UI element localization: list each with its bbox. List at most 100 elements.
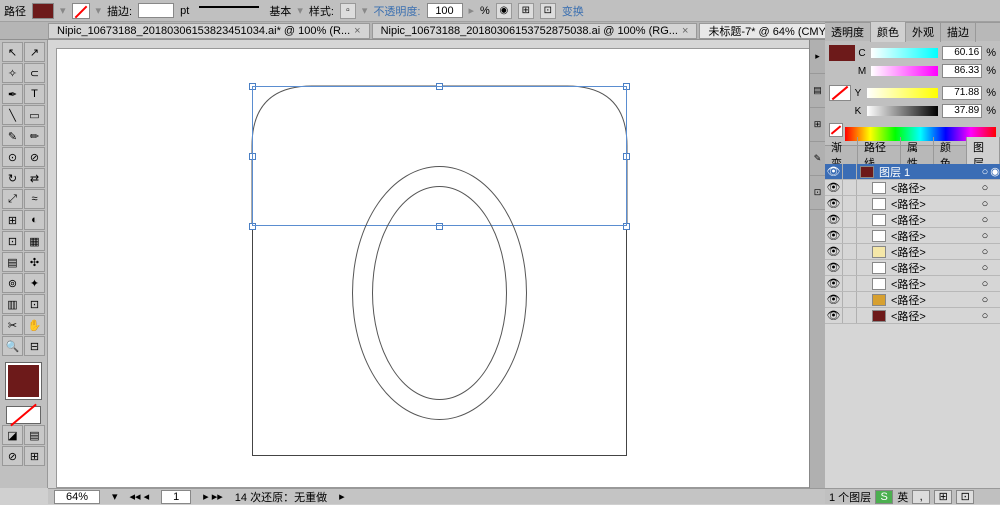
scale-tool[interactable]: ⤢ xyxy=(2,189,23,209)
brush-tool[interactable]: ✎ xyxy=(2,126,23,146)
visibility-icon[interactable]: 👁 xyxy=(825,164,843,179)
layer-row[interactable]: 👁<路径>○ xyxy=(825,196,1000,212)
visibility-icon[interactable]: 👁 xyxy=(825,308,843,323)
status-icon[interactable]: ⊞ xyxy=(934,490,952,504)
target-icon[interactable]: ○ xyxy=(980,246,990,258)
type-tool[interactable]: T xyxy=(24,84,45,104)
brush-preview[interactable] xyxy=(199,6,259,16)
target-icon[interactable]: ○ xyxy=(980,198,990,210)
layer-row[interactable]: 👁<路径>○ xyxy=(825,260,1000,276)
canvas[interactable] xyxy=(56,48,817,488)
ime-icon[interactable]: S xyxy=(875,490,893,504)
fill-swatch-big[interactable] xyxy=(6,363,41,399)
layer-row[interactable]: 👁<路径>○ xyxy=(825,228,1000,244)
gradient-tool[interactable]: ▤ xyxy=(2,252,23,272)
blend-tool[interactable]: ⊚ xyxy=(2,273,23,293)
fill-swatch[interactable] xyxy=(32,3,54,19)
target-icon[interactable]: ○ xyxy=(980,230,990,242)
target-icon[interactable]: ○ xyxy=(980,262,990,274)
m-slider[interactable] xyxy=(871,66,938,76)
lock-slot[interactable] xyxy=(843,244,857,259)
target-icon[interactable]: ○ xyxy=(980,278,990,290)
gradient-mode[interactable]: ▤ xyxy=(24,425,45,445)
tab-appearance[interactable]: 外观 xyxy=(906,22,941,42)
layer-row[interactable]: 👁<路径>○ xyxy=(825,308,1000,324)
lock-slot[interactable] xyxy=(843,260,857,275)
target-icon[interactable]: ○ xyxy=(980,310,990,322)
free-transform-tool[interactable]: ⊞ xyxy=(2,210,23,230)
opacity-input[interactable] xyxy=(427,3,463,18)
visibility-icon[interactable]: 👁 xyxy=(825,244,843,259)
lock-slot[interactable] xyxy=(843,276,857,291)
screen-mode[interactable]: ⊞ xyxy=(24,446,45,466)
lasso-tool[interactable]: ⊂ xyxy=(24,63,45,83)
doc-tab-2[interactable]: Nipic_10673188_20180306153752875038.ai @… xyxy=(372,23,698,39)
layer-row[interactable]: 👁<路径>○ xyxy=(825,276,1000,292)
reflect-tool[interactable]: ⇄ xyxy=(24,168,45,188)
visibility-icon[interactable]: 👁 xyxy=(825,292,843,307)
visibility-icon[interactable]: 👁 xyxy=(825,276,843,291)
stroke-width-input[interactable] xyxy=(138,3,174,18)
align-icon[interactable]: ⊞ xyxy=(518,3,534,19)
lock-slot[interactable] xyxy=(843,308,857,323)
slice-tool[interactable]: ✂ xyxy=(2,315,23,335)
selection-tool[interactable]: ↖ xyxy=(2,42,23,62)
dock-icon[interactable]: ✎ xyxy=(810,142,825,176)
layer-row[interactable]: 👁<路径>○ xyxy=(825,244,1000,260)
zoom-display[interactable]: 64% xyxy=(54,490,100,504)
column-graph-tool[interactable]: ▥ xyxy=(2,294,23,314)
c-slider[interactable] xyxy=(871,48,938,58)
mesh-tool[interactable]: ▦ xyxy=(24,231,45,251)
perspective-tool[interactable]: ⊡ xyxy=(2,231,23,251)
k-slider[interactable] xyxy=(867,106,938,116)
target-icon[interactable]: ○ xyxy=(980,182,990,194)
doc-tab-1[interactable]: Nipic_10673188_20180306153823451034.ai* … xyxy=(48,23,370,39)
y-slider[interactable] xyxy=(867,88,938,98)
stroke-swatch-none[interactable] xyxy=(72,3,90,19)
tab-stroke[interactable]: 描边 xyxy=(941,22,976,42)
k-value[interactable]: 37.89 xyxy=(942,104,982,118)
color-mode[interactable]: ◪ xyxy=(2,425,23,445)
tab-color[interactable]: 颜色 xyxy=(871,22,906,42)
zoom-tool[interactable]: 🔍 xyxy=(2,336,23,356)
fill-preview[interactable] xyxy=(829,45,855,61)
dock-icon[interactable]: ⊡ xyxy=(810,176,825,210)
status-icon[interactable]: , xyxy=(912,490,930,504)
layer-row[interactable]: 👁<路径>○ xyxy=(825,212,1000,228)
target-icon[interactable]: ○ xyxy=(980,214,990,226)
rotate-tool[interactable]: ↻ xyxy=(2,168,23,188)
dock-icon[interactable]: ⊞ xyxy=(810,108,825,142)
transform-link[interactable]: 变换 xyxy=(562,3,584,19)
visibility-icon[interactable]: 👁 xyxy=(825,212,843,227)
none-mode[interactable]: ⊘ xyxy=(2,446,23,466)
pen-tool[interactable]: ✒ xyxy=(2,84,23,104)
line-tool[interactable]: ╲ xyxy=(2,105,23,125)
page-input[interactable]: 1 xyxy=(161,490,191,504)
blob-brush-tool[interactable]: ⊙ xyxy=(2,147,23,167)
width-tool[interactable]: ≈ xyxy=(24,189,45,209)
symbol-sprayer-tool[interactable]: ✦ xyxy=(24,273,45,293)
dock-icon[interactable]: ▤ xyxy=(810,74,825,108)
hand-tool[interactable]: ✋ xyxy=(24,315,45,335)
lock-slot[interactable] xyxy=(843,228,857,243)
lock-slot[interactable] xyxy=(843,164,857,179)
visibility-icon[interactable]: 👁 xyxy=(825,260,843,275)
m-value[interactable]: 86.33 xyxy=(942,64,982,78)
eraser-tool[interactable]: ⊘ xyxy=(24,147,45,167)
stroke-swatch-big[interactable] xyxy=(6,406,41,424)
transform-icon[interactable]: ⊡ xyxy=(540,3,556,19)
pencil-tool[interactable]: ✏ xyxy=(24,126,45,146)
visibility-icon[interactable]: 👁 xyxy=(825,180,843,195)
lock-slot[interactable] xyxy=(843,196,857,211)
tool-extra[interactable]: ⊟ xyxy=(24,336,45,356)
y-value[interactable]: 71.88 xyxy=(942,86,982,100)
c-value[interactable]: 60.16 xyxy=(942,46,982,60)
target-icon[interactable]: ○ xyxy=(980,294,990,306)
artboard-tool[interactable]: ⊡ xyxy=(24,294,45,314)
lock-slot[interactable] xyxy=(843,212,857,227)
stroke-preview[interactable] xyxy=(829,85,851,101)
layer-row[interactable]: 👁图层 1○◉ xyxy=(825,164,1000,180)
visibility-icon[interactable]: 👁 xyxy=(825,196,843,211)
shape-builder-tool[interactable]: ◐ xyxy=(24,210,45,230)
status-icon[interactable]: ⊡ xyxy=(956,490,974,504)
